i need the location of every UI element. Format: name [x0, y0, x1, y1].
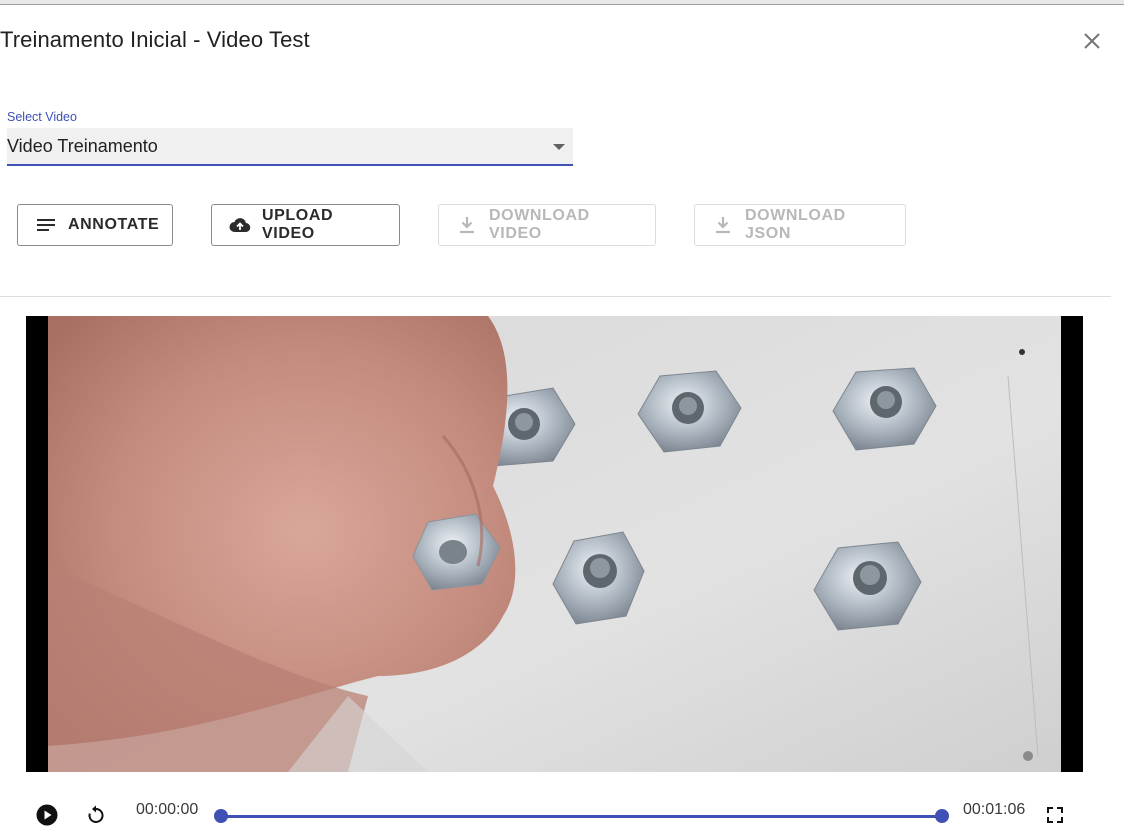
cloud-upload-icon [228, 213, 252, 237]
download-icon [455, 213, 479, 237]
fullscreen-icon[interactable] [1043, 803, 1067, 827]
annotate-button[interactable]: ANNOTATE [17, 204, 173, 246]
upload-video-label: UPLOAD VIDEO [262, 207, 334, 242]
replay-icon[interactable] [84, 803, 108, 827]
video-frame-image [48, 316, 1061, 772]
video-player[interactable] [26, 316, 1083, 772]
annotate-label: ANNOTATE [68, 216, 160, 233]
download-json-button[interactable]: DOWNLOAD JSON [694, 204, 906, 246]
download-icon [711, 213, 735, 237]
download-video-button[interactable]: DOWNLOAD VIDEO [438, 204, 656, 246]
dialog-title: Treinamento Inicial - Video Test [0, 27, 310, 52]
select-video-field: Select Video Video Treinamento [7, 108, 573, 166]
timeline-slider[interactable] [221, 815, 942, 818]
play-icon[interactable] [35, 803, 59, 827]
video-dialog: Treinamento Inicial - Video Test Select … [0, 0, 1124, 832]
background-app-strip [0, 0, 1124, 5]
chevron-down-icon [553, 144, 565, 150]
select-video-value: Video Treinamento [7, 136, 158, 156]
timeline-end-handle[interactable] [935, 809, 949, 823]
end-time: 00:01:06 [963, 801, 1026, 818]
select-video-label: Select Video [7, 110, 77, 124]
select-video-dropdown[interactable]: Video Treinamento [7, 128, 573, 166]
timeline-start-handle[interactable] [214, 809, 228, 823]
upload-video-button[interactable]: UPLOAD VIDEO [211, 204, 400, 246]
close-icon[interactable] [1080, 29, 1104, 53]
lines-icon [34, 213, 58, 237]
download-video-label: DOWNLOAD VIDEO [489, 207, 590, 242]
download-json-label: DOWNLOAD JSON [745, 207, 846, 242]
divider [0, 296, 1111, 297]
current-time: 00:00:00 [136, 801, 199, 818]
